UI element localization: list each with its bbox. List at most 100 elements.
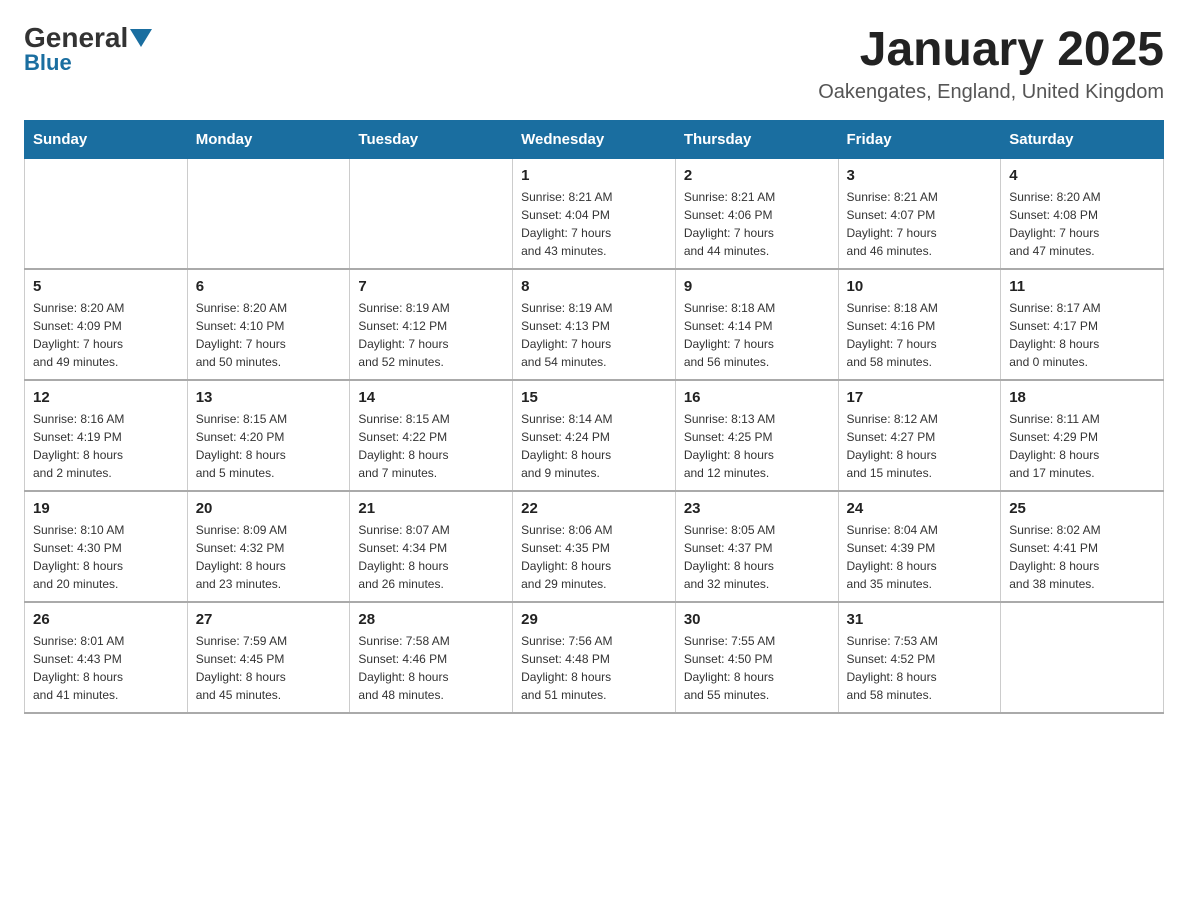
day-info: Sunrise: 8:21 AM Sunset: 4:07 PM Dayligh… [847,188,993,260]
calendar-cell: 4 Sunrise: 8:20 AM Sunset: 4:08 PM Daylig… [1001,158,1164,269]
page-header: General Blue January 2025 Oakengates, En… [24,24,1164,104]
calendar-cell: 24 Sunrise: 8:04 AM Sunset: 4:39 PM Dayli… [838,491,1001,602]
page-title: January 2025 [818,24,1164,77]
day-number: 7 [358,278,504,295]
calendar-cell: 12 Sunrise: 8:16 AM Sunset: 4:19 PM Dayli… [25,380,188,491]
day-info: Sunrise: 8:18 AM Sunset: 4:14 PM Dayligh… [684,299,830,371]
subtitle: Oakengates, England, United Kingdom [818,81,1164,104]
day-info: Sunrise: 7:53 AM Sunset: 4:52 PM Dayligh… [847,632,993,704]
day-info: Sunrise: 8:20 AM Sunset: 4:10 PM Dayligh… [196,299,342,371]
calendar-cell: 21 Sunrise: 8:07 AM Sunset: 4:34 PM Dayli… [350,491,513,602]
day-number: 5 [33,278,179,295]
day-number: 16 [684,389,830,406]
day-number: 24 [847,500,993,517]
calendar-cell: 13 Sunrise: 8:15 AM Sunset: 4:20 PM Dayli… [187,380,350,491]
day-info: Sunrise: 8:07 AM Sunset: 4:34 PM Dayligh… [358,521,504,593]
day-info: Sunrise: 8:04 AM Sunset: 4:39 PM Dayligh… [847,521,993,593]
calendar-cell: 10Sunrise: 8:18 AM Sunset: 4:16 PM Dayli… [838,269,1001,380]
day-number: 28 [358,611,504,628]
day-info: Sunrise: 7:58 AM Sunset: 4:46 PM Dayligh… [358,632,504,704]
header-friday: Friday [838,120,1001,158]
logo-general: General [24,24,128,52]
header-saturday: Saturday [1001,120,1164,158]
day-number: 22 [521,500,667,517]
calendar-cell: 6 Sunrise: 8:20 AM Sunset: 4:10 PM Daylig… [187,269,350,380]
calendar-cell: 27 Sunrise: 7:59 AM Sunset: 4:45 PM Dayli… [187,602,350,713]
header-tuesday: Tuesday [350,120,513,158]
logo: General Blue [24,24,152,74]
calendar-cell: 8 Sunrise: 8:19 AM Sunset: 4:13 PM Daylig… [513,269,676,380]
day-info: Sunrise: 8:19 AM Sunset: 4:12 PM Dayligh… [358,299,504,371]
day-number: 4 [1009,167,1155,184]
day-info: Sunrise: 7:59 AM Sunset: 4:45 PM Dayligh… [196,632,342,704]
day-number: 29 [521,611,667,628]
day-info: Sunrise: 8:11 AM Sunset: 4:29 PM Dayligh… [1009,410,1155,482]
calendar-cell: 30 Sunrise: 7:55 AM Sunset: 4:50 PM Dayli… [675,602,838,713]
day-number: 8 [521,278,667,295]
day-info: Sunrise: 8:15 AM Sunset: 4:22 PM Dayligh… [358,410,504,482]
day-number: 26 [33,611,179,628]
calendar-week-4: 19Sunrise: 8:10 AM Sunset: 4:30 PM Dayli… [25,491,1164,602]
day-number: 14 [358,389,504,406]
calendar-cell: 28 Sunrise: 7:58 AM Sunset: 4:46 PM Dayli… [350,602,513,713]
day-info: Sunrise: 8:13 AM Sunset: 4:25 PM Dayligh… [684,410,830,482]
calendar-table: SundayMondayTuesdayWednesdayThursdayFrid… [24,120,1164,714]
day-info: Sunrise: 8:06 AM Sunset: 4:35 PM Dayligh… [521,521,667,593]
calendar-cell: 22 Sunrise: 8:06 AM Sunset: 4:35 PM Dayli… [513,491,676,602]
day-number: 19 [33,500,179,517]
calendar-cell: 17Sunrise: 8:12 AM Sunset: 4:27 PM Dayli… [838,380,1001,491]
calendar-cell: 25 Sunrise: 8:02 AM Sunset: 4:41 PM Dayli… [1001,491,1164,602]
calendar-cell: 23Sunrise: 8:05 AM Sunset: 4:37 PM Dayli… [675,491,838,602]
calendar-cell: 16 Sunrise: 8:13 AM Sunset: 4:25 PM Dayli… [675,380,838,491]
day-number: 27 [196,611,342,628]
day-info: Sunrise: 8:21 AM Sunset: 4:04 PM Dayligh… [521,188,667,260]
title-area: January 2025 Oakengates, England, United… [818,24,1164,104]
calendar-week-5: 26Sunrise: 8:01 AM Sunset: 4:43 PM Dayli… [25,602,1164,713]
calendar-cell: 14 Sunrise: 8:15 AM Sunset: 4:22 PM Dayli… [350,380,513,491]
day-number: 13 [196,389,342,406]
calendar-cell: 15Sunrise: 8:14 AM Sunset: 4:24 PM Dayli… [513,380,676,491]
calendar-cell: 29 Sunrise: 7:56 AM Sunset: 4:48 PM Dayli… [513,602,676,713]
calendar-cell: 9Sunrise: 8:18 AM Sunset: 4:14 PM Daylig… [675,269,838,380]
day-number: 2 [684,167,830,184]
header-wednesday: Wednesday [513,120,676,158]
calendar-cell [25,158,188,269]
calendar-week-2: 5 Sunrise: 8:20 AM Sunset: 4:09 PM Daylig… [25,269,1164,380]
day-info: Sunrise: 7:55 AM Sunset: 4:50 PM Dayligh… [684,632,830,704]
day-info: Sunrise: 8:09 AM Sunset: 4:32 PM Dayligh… [196,521,342,593]
day-info: Sunrise: 8:19 AM Sunset: 4:13 PM Dayligh… [521,299,667,371]
calendar-cell: 11Sunrise: 8:17 AM Sunset: 4:17 PM Dayli… [1001,269,1164,380]
day-number: 18 [1009,389,1155,406]
day-info: Sunrise: 7:56 AM Sunset: 4:48 PM Dayligh… [521,632,667,704]
logo-blue: Blue [24,52,72,74]
day-info: Sunrise: 8:02 AM Sunset: 4:41 PM Dayligh… [1009,521,1155,593]
day-info: Sunrise: 8:14 AM Sunset: 4:24 PM Dayligh… [521,410,667,482]
day-number: 25 [1009,500,1155,517]
day-info: Sunrise: 8:05 AM Sunset: 4:37 PM Dayligh… [684,521,830,593]
calendar-header-row: SundayMondayTuesdayWednesdayThursdayFrid… [25,120,1164,158]
calendar-cell: 3 Sunrise: 8:21 AM Sunset: 4:07 PM Daylig… [838,158,1001,269]
day-number: 20 [196,500,342,517]
header-sunday: Sunday [25,120,188,158]
day-info: Sunrise: 8:16 AM Sunset: 4:19 PM Dayligh… [33,410,179,482]
calendar-week-1: 1 Sunrise: 8:21 AM Sunset: 4:04 PM Daylig… [25,158,1164,269]
calendar-cell: 1 Sunrise: 8:21 AM Sunset: 4:04 PM Daylig… [513,158,676,269]
header-monday: Monday [187,120,350,158]
day-number: 6 [196,278,342,295]
day-number: 11 [1009,278,1155,295]
header-thursday: Thursday [675,120,838,158]
day-number: 12 [33,389,179,406]
day-number: 1 [521,167,667,184]
calendar-cell: 2Sunrise: 8:21 AM Sunset: 4:06 PM Daylig… [675,158,838,269]
calendar-week-3: 12 Sunrise: 8:16 AM Sunset: 4:19 PM Dayli… [25,380,1164,491]
calendar-cell: 5 Sunrise: 8:20 AM Sunset: 4:09 PM Daylig… [25,269,188,380]
calendar-cell: 26Sunrise: 8:01 AM Sunset: 4:43 PM Dayli… [25,602,188,713]
day-number: 3 [847,167,993,184]
day-number: 21 [358,500,504,517]
day-info: Sunrise: 8:20 AM Sunset: 4:09 PM Dayligh… [33,299,179,371]
day-number: 30 [684,611,830,628]
calendar-cell: 18 Sunrise: 8:11 AM Sunset: 4:29 PM Dayli… [1001,380,1164,491]
day-info: Sunrise: 8:15 AM Sunset: 4:20 PM Dayligh… [196,410,342,482]
day-info: Sunrise: 8:20 AM Sunset: 4:08 PM Dayligh… [1009,188,1155,260]
day-info: Sunrise: 8:12 AM Sunset: 4:27 PM Dayligh… [847,410,993,482]
